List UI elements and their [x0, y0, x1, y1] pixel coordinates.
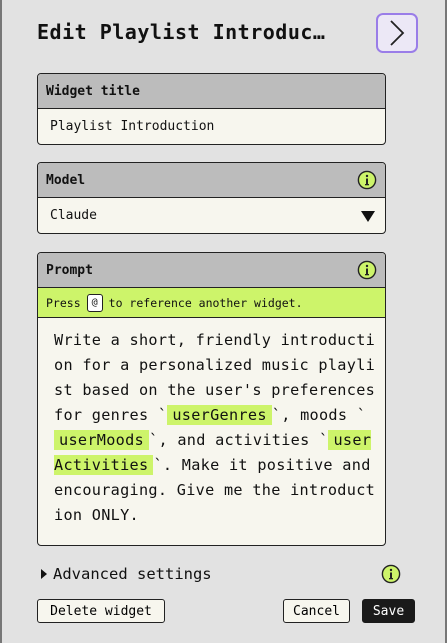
- info-icon[interactable]: [381, 564, 401, 584]
- info-icon[interactable]: [357, 170, 377, 190]
- advanced-settings-toggle[interactable]: Advanced settings: [41, 562, 401, 586]
- header: Edit Playlist Introduc…: [37, 13, 418, 54]
- model-select[interactable]: Claude: [38, 198, 385, 233]
- model-selected-value: Claude: [50, 208, 97, 223]
- widget-title-panel: Widget title Playlist Introduction: [37, 73, 386, 145]
- triangle-down-icon: [361, 210, 375, 222]
- prompt-header: Prompt: [38, 253, 385, 288]
- widget-title-value: Playlist Introduction: [50, 119, 215, 134]
- delete-widget-button[interactable]: Delete widget: [37, 599, 165, 623]
- model-panel: Model Claude: [37, 162, 386, 234]
- prompt-textarea[interactable]: Write a short, friendly introduction for…: [38, 318, 385, 540]
- prompt-hint: Press @ to reference another widget.: [38, 288, 385, 318]
- model-label: Model: [46, 172, 86, 188]
- widget-title-header: Widget title: [38, 74, 385, 109]
- next-button[interactable]: [376, 13, 418, 53]
- prompt-label: Prompt: [46, 262, 93, 278]
- prompt-panel: Prompt Press @ to reference another widg…: [37, 252, 386, 546]
- chevron-right-icon: [390, 20, 405, 46]
- at-key: @: [86, 293, 103, 312]
- variable-tag[interactable]: userGenres: [167, 405, 272, 425]
- widget-title-input[interactable]: Playlist Introduction: [38, 109, 385, 144]
- page-title: Edit Playlist Introduc…: [37, 20, 326, 44]
- caret-right-icon: [41, 569, 47, 579]
- variable-tag[interactable]: userMoods: [54, 430, 149, 450]
- widget-title-label: Widget title: [46, 83, 140, 99]
- advanced-settings-label: Advanced settings: [53, 565, 212, 583]
- model-header: Model: [38, 163, 385, 198]
- info-icon[interactable]: [357, 260, 377, 280]
- cancel-button[interactable]: Cancel: [283, 599, 350, 623]
- save-button[interactable]: Save: [362, 599, 415, 623]
- left-border: [0, 0, 2, 643]
